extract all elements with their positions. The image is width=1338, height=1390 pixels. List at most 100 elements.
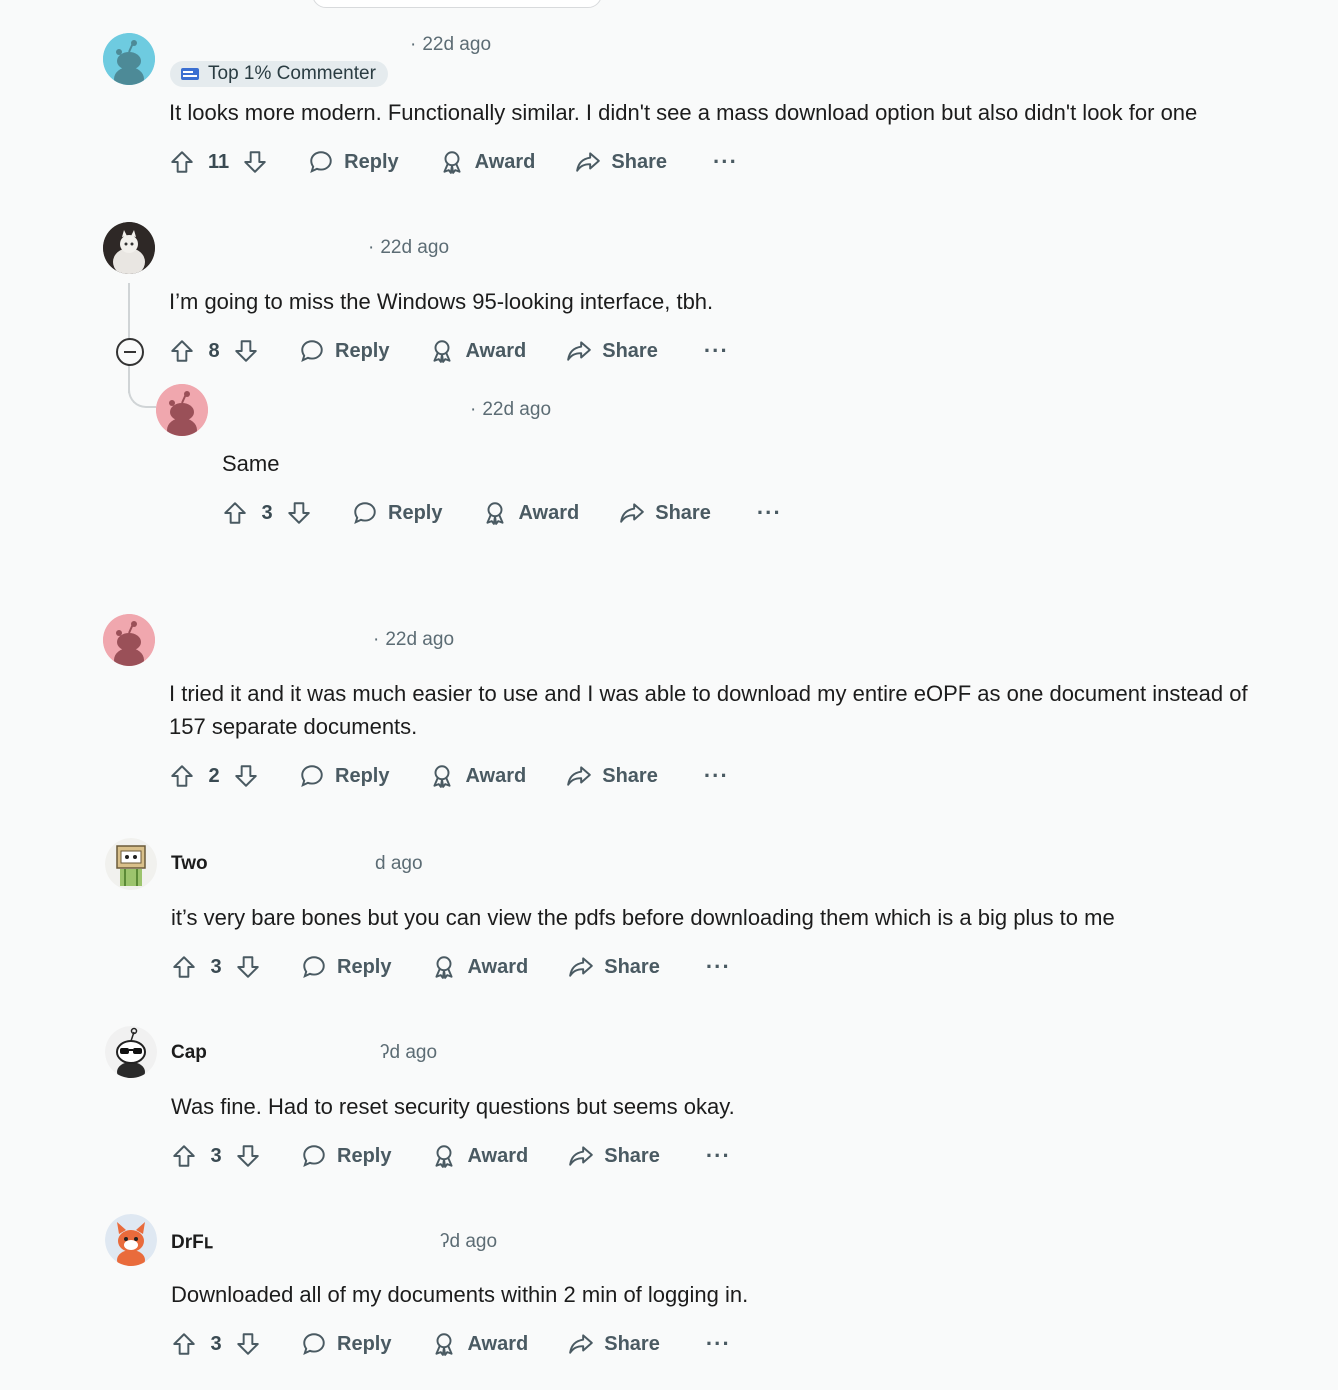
reply-label: Reply <box>344 150 399 173</box>
award-button[interactable]: Award <box>482 500 579 526</box>
downvote-arrow-icon <box>237 1145 259 1167</box>
award-label: Award <box>474 150 536 173</box>
vote-count: 3 <box>261 501 273 524</box>
avatar[interactable] <box>156 384 208 436</box>
upvote-button[interactable] <box>169 149 195 175</box>
reply-button[interactable]: Reply <box>299 763 389 789</box>
upvote-button[interactable] <box>169 338 195 364</box>
share-button[interactable]: Share <box>575 149 667 175</box>
avatar[interactable] <box>103 33 155 85</box>
upvote-button[interactable] <box>171 1331 197 1357</box>
timestamp[interactable]: ʔd ago <box>440 1231 497 1253</box>
timestamp[interactable]: d ago <box>375 853 423 875</box>
downvote-button[interactable] <box>233 338 259 364</box>
more-options-button[interactable]: ··· <box>704 338 729 364</box>
separator-dot: · <box>373 629 380 650</box>
comment-meta: Two <box>171 850 214 878</box>
award-label: Award <box>518 501 580 524</box>
downvote-button[interactable] <box>286 500 312 526</box>
downvote-button[interactable] <box>235 1331 261 1357</box>
award-button[interactable]: Award <box>439 149 536 175</box>
share-button[interactable]: Share <box>568 1331 660 1357</box>
upvote-button[interactable] <box>171 954 197 980</box>
sort-dropdown-edge[interactable] <box>312 0 602 8</box>
timestamp[interactable]: ʔd ago <box>380 1042 437 1064</box>
collapse-thread-button[interactable] <box>116 338 144 366</box>
award-button[interactable]: Award <box>431 1143 528 1169</box>
share-button[interactable]: Share <box>568 1143 660 1169</box>
share-label: Share <box>604 1144 660 1167</box>
share-label: Share <box>604 1332 660 1355</box>
speech-bubble-icon <box>301 340 323 363</box>
author-name[interactable]: Two <box>171 853 208 875</box>
award-label: Award <box>467 955 529 978</box>
timestamp[interactable]: 22d ago <box>482 399 551 421</box>
upvote-arrow-icon <box>224 502 246 524</box>
author-name[interactable]: Cap <box>171 1042 207 1064</box>
share-arrow-icon <box>620 503 645 523</box>
share-button[interactable]: Share <box>566 763 658 789</box>
reply-button[interactable]: Reply <box>299 338 389 364</box>
more-options-button[interactable]: ··· <box>757 500 782 526</box>
award-button[interactable]: Award <box>431 954 528 980</box>
award-ribbon-icon <box>443 151 461 174</box>
downvote-button[interactable] <box>233 763 259 789</box>
reply-button[interactable]: Reply <box>308 149 399 175</box>
reply-button[interactable]: Reply <box>301 1143 391 1169</box>
downvote-arrow-icon <box>237 956 259 978</box>
timestamp[interactable]: 22d ago <box>422 34 491 56</box>
timestamp[interactable]: 22d ago <box>385 629 454 651</box>
reply-label: Reply <box>337 1144 392 1167</box>
avatar[interactable] <box>103 222 155 274</box>
downvote-button[interactable] <box>235 954 261 980</box>
downvote-arrow-icon <box>235 765 257 787</box>
downvote-arrow-icon <box>288 502 310 524</box>
award-label: Award <box>465 339 527 362</box>
comment-body: I’m going to miss the Windows 95-looking… <box>169 289 714 314</box>
snoo-avatar-icon <box>103 33 155 85</box>
comment-body: It looks more modern. Functionally simil… <box>169 100 1198 125</box>
comment-actions: 8 Reply Award Share ··· <box>169 331 729 371</box>
comment-body: Same <box>222 451 280 476</box>
downvote-button[interactable] <box>242 149 268 175</box>
flair-label: Top 1% Commenter <box>208 63 376 84</box>
upvote-button[interactable] <box>169 763 195 789</box>
more-options-button[interactable]: ··· <box>704 763 729 789</box>
reply-button[interactable]: Reply <box>352 500 442 526</box>
comment-meta: · 22d ago <box>470 396 551 424</box>
comment-meta: · 22d ago <box>368 234 449 262</box>
share-label: Share <box>604 955 660 978</box>
downvote-arrow-icon <box>244 151 266 173</box>
avatar[interactable] <box>103 614 155 666</box>
award-button[interactable]: Award <box>429 763 526 789</box>
more-options-button[interactable]: ··· <box>706 1331 731 1357</box>
share-button[interactable]: Share <box>619 500 711 526</box>
upvote-button[interactable] <box>222 500 248 526</box>
avatar[interactable] <box>105 1026 157 1078</box>
separator-dot: · <box>368 237 375 258</box>
vote-count: 8 <box>208 339 220 362</box>
more-options-button[interactable]: ··· <box>713 149 738 175</box>
more-options-button[interactable]: ··· <box>706 1143 731 1169</box>
upvote-button[interactable] <box>171 1143 197 1169</box>
more-options-button[interactable]: ··· <box>706 954 731 980</box>
author-name[interactable]: DrFւ <box>171 1231 212 1254</box>
downvote-button[interactable] <box>235 1143 261 1169</box>
award-ribbon-icon <box>433 340 452 363</box>
comment-meta: · 22d ago <box>410 31 491 59</box>
comment-actions: 3 Reply Award Share ··· <box>171 1324 731 1364</box>
award-button[interactable]: Award <box>429 338 526 364</box>
share-button[interactable]: Share <box>566 338 658 364</box>
award-button[interactable]: Award <box>431 1331 528 1357</box>
comment-body: I tried it and it was much easier to use… <box>169 681 1248 739</box>
award-ribbon-icon <box>486 502 505 525</box>
avatar[interactable] <box>105 838 157 890</box>
reply-button[interactable]: Reply <box>301 954 391 980</box>
reply-button[interactable]: Reply <box>301 1331 391 1357</box>
share-label: Share <box>602 339 658 362</box>
share-button[interactable]: Share <box>568 954 660 980</box>
avatar[interactable] <box>105 1214 157 1266</box>
downvote-arrow-icon <box>237 1333 259 1355</box>
award-label: Award <box>465 764 527 787</box>
timestamp[interactable]: 22d ago <box>380 237 449 259</box>
